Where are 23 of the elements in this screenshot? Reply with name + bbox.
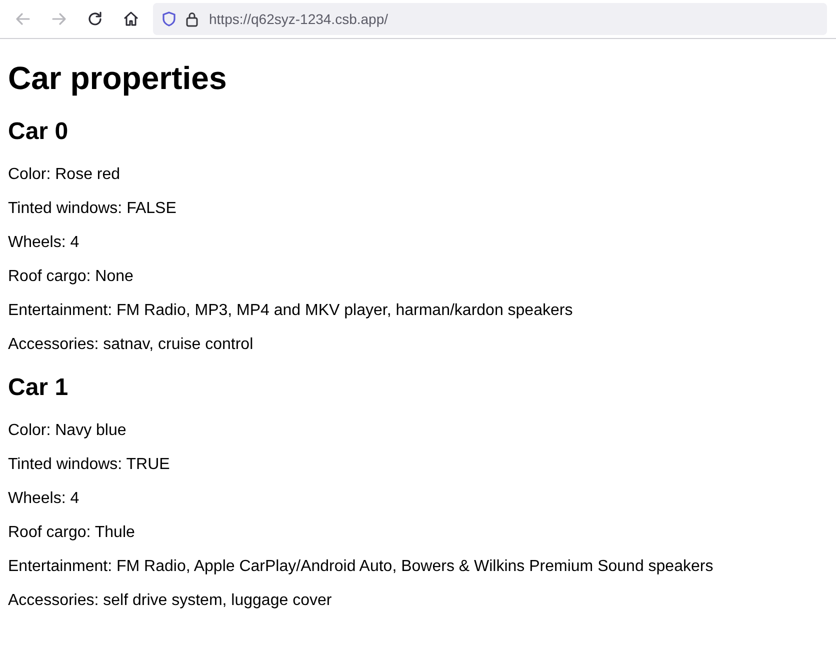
back-arrow-icon — [14, 10, 32, 28]
url-text: https://q62syz-1234.csb.app/ — [209, 10, 388, 29]
forward-arrow-icon — [50, 10, 68, 28]
property-text: Color: Navy blue — [8, 422, 126, 440]
property-text: Wheels: 4 — [8, 234, 80, 252]
property-text: Color: Rose red — [8, 166, 120, 184]
property-text: Tinted windows: TRUE — [8, 456, 170, 474]
reload-icon — [86, 10, 104, 28]
property-text: Entertainment: FM Radio, Apple CarPlay/Android Auto, Bowers & Wilkins Premium Sound speakers — [8, 558, 714, 576]
property-text: Roof cargo: Thule — [8, 524, 135, 542]
property-text: Accessories: satnav, cruise control — [8, 336, 254, 354]
shield-icon[interactable] — [161, 11, 177, 27]
property-text: Tinted windows: FALSE — [8, 200, 176, 218]
property-text: Entertainment: FM Radio, MP3, MP4 and MKV player, harman/kardon speakers — [8, 302, 573, 320]
section-heading: Car 0 — [8, 118, 70, 146]
property-text: Accessories: self drive system, luggage cover — [8, 592, 332, 610]
home-icon — [122, 10, 140, 28]
property-text: Roof cargo: None — [8, 268, 134, 286]
section-heading: Car 1 — [8, 374, 70, 402]
page-title: Car properties — [8, 60, 228, 97]
lock-icon[interactable] — [185, 11, 199, 27]
property-text: Wheels: 4 — [8, 490, 80, 508]
address-bar[interactable]: https://q62syz-1234.csb.app/ — [153, 3, 827, 35]
